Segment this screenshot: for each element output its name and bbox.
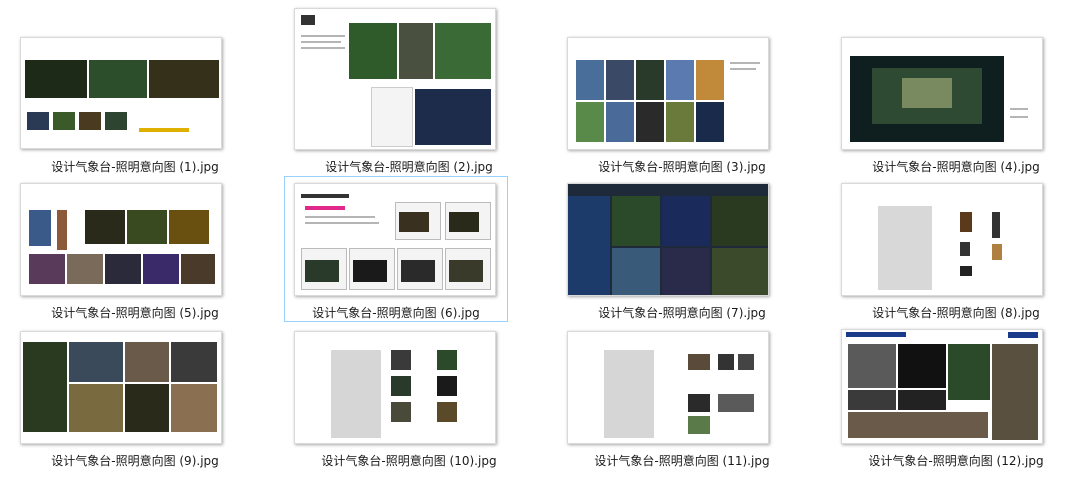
thumbnail-image (567, 331, 769, 444)
file-item[interactable]: 设计气象台-照明意向图 (6).jpg (284, 176, 508, 322)
file-name: 设计气象台-照明意向图 (1).jpg (51, 160, 219, 174)
file-name: 设计气象台-照明意向图 (11).jpg (594, 454, 770, 468)
thumbnail-image (294, 183, 496, 296)
file-item[interactable]: 设计气象台-照明意向图 (8).jpg (831, 176, 1080, 320)
thumbnail-image (20, 331, 222, 444)
file-item[interactable]: 设计气象台-照明意向图 (1).jpg (10, 30, 260, 174)
thumbnail-image (841, 183, 1043, 296)
file-name: 设计气象台-照明意向图 (6).jpg (312, 306, 480, 320)
thumbnail-image (567, 37, 769, 150)
file-item[interactable]: 设计气象台-照明意向图 (12).jpg (831, 324, 1080, 468)
file-name: 设计气象台-照明意向图 (9).jpg (51, 454, 219, 468)
file-name: 设计气象台-照明意向图 (12).jpg (868, 454, 1044, 468)
file-item[interactable]: 设计气象台-照明意向图 (2).jpg (284, 0, 534, 174)
file-item[interactable]: 设计气象台-照明意向图 (5).jpg (10, 176, 260, 320)
file-item[interactable]: 设计气象台-照明意向图 (9).jpg (10, 324, 260, 468)
file-name: 设计气象台-照明意向图 (4).jpg (872, 160, 1040, 174)
file-name: 设计气象台-照明意向图 (2).jpg (325, 160, 493, 174)
thumbnail-image (294, 331, 496, 444)
file-item[interactable]: 设计气象台-照明意向图 (7).jpg (557, 176, 807, 320)
thumbnail-image (20, 183, 222, 296)
file-item[interactable]: 设计气象台-照明意向图 (4).jpg (831, 30, 1080, 174)
file-name: 设计气象台-照明意向图 (7).jpg (598, 306, 766, 320)
file-item[interactable]: 设计气象台-照明意向图 (11).jpg (557, 324, 807, 468)
file-name: 设计气象台-照明意向图 (5).jpg (51, 306, 219, 320)
thumbnail-image (841, 329, 1043, 444)
file-name: 设计气象台-照明意向图 (10).jpg (321, 454, 497, 468)
file-name: 设计气象台-照明意向图 (3).jpg (598, 160, 766, 174)
thumbnail-image (20, 37, 222, 149)
file-grid: 设计气象台-照明意向图 (1).jpg 设计气象台-照明意向图 (2).jpg (0, 0, 1080, 484)
thumbnail-image (841, 37, 1043, 150)
file-name: 设计气象台-照明意向图 (8).jpg (872, 306, 1040, 320)
thumbnail-image (294, 8, 496, 150)
thumbnail-image (567, 183, 769, 296)
file-item[interactable]: 设计气象台-照明意向图 (10).jpg (284, 324, 534, 468)
file-item[interactable]: 设计气象台-照明意向图 (3).jpg (557, 30, 807, 174)
